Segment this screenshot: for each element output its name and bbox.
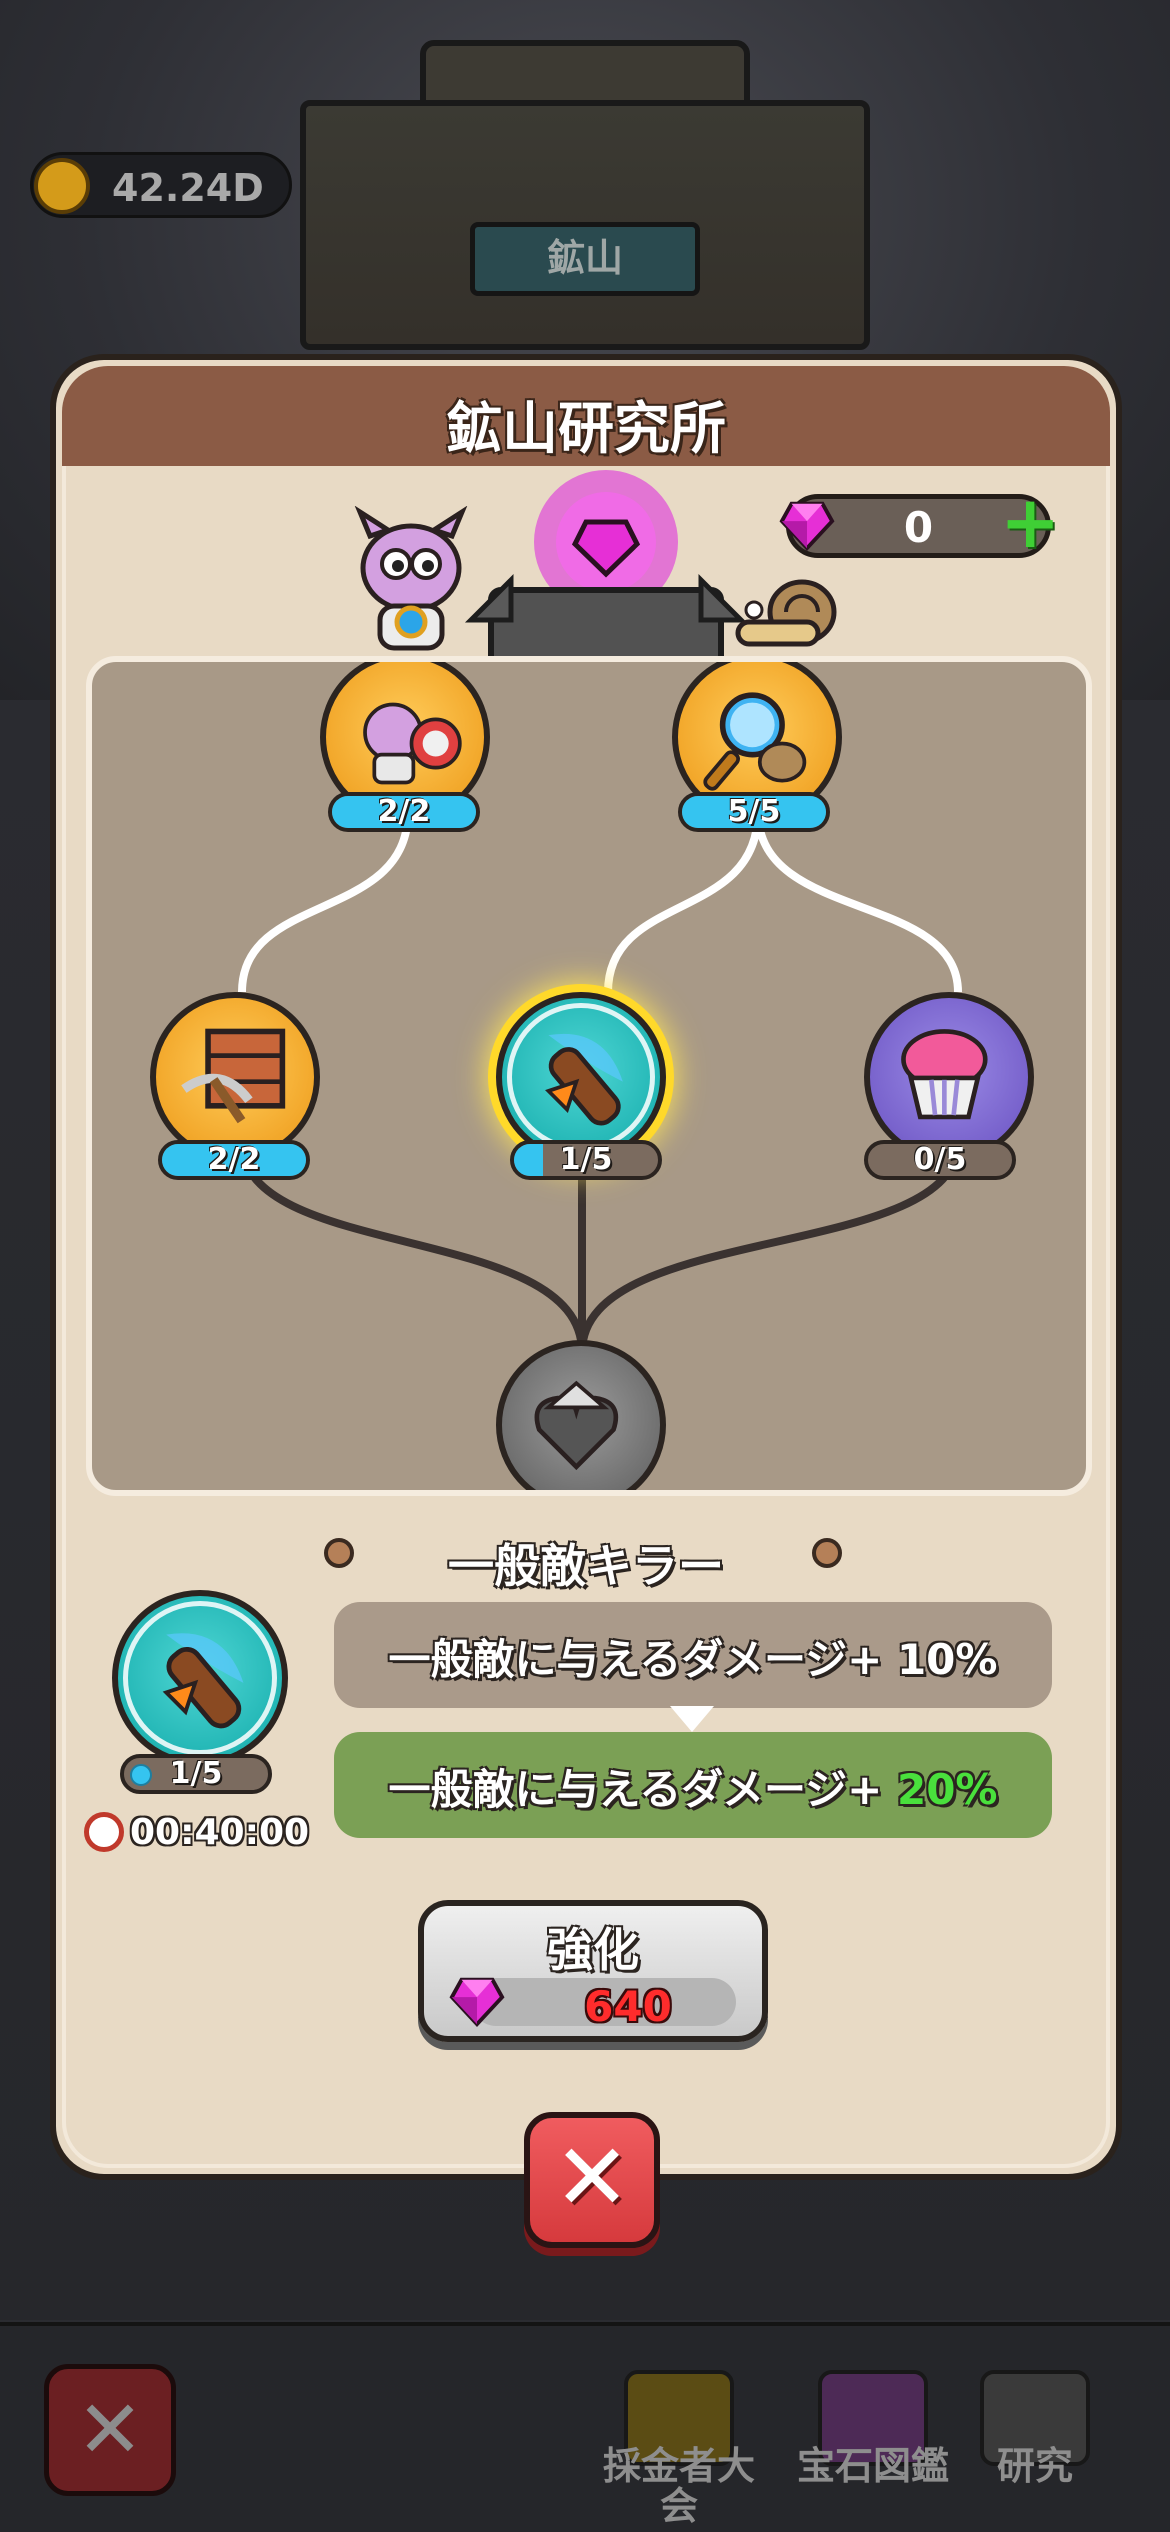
skill-node-search-level: 5/5 — [678, 792, 830, 832]
ore-heart-icon — [534, 1380, 619, 1471]
nav-gem-book[interactable]: 宝石図鑑 — [788, 2370, 958, 2520]
skill-tree-panel: 2/2 5/5 2/2 1/5 0/5 — [86, 656, 1092, 1496]
title-dot-right — [812, 1538, 842, 1568]
upgrade-cost-pill: 640 — [472, 1978, 736, 2031]
upgrade-button-label: 強化 — [547, 1923, 639, 1977]
close-icon: ✕ — [553, 2124, 631, 2231]
coin-amount: 42.24D — [112, 166, 264, 210]
nav-tournament-label: 採金者大会 — [602, 2444, 755, 2528]
effect-next: 一般敵に与えるダメージ+ 20% — [334, 1732, 1052, 1838]
skill-node-mining[interactable] — [150, 992, 320, 1162]
research-dialog: 鉱山研究所 0 + 2/2 5/5 2/2 1/5 0/5 一般敵キラー 1/5… — [50, 354, 1122, 2248]
effect-current-text: 一般敵に与えるダメージ+ 10% — [388, 1635, 998, 1684]
upgrade-timer: 00:40:00 — [130, 1812, 310, 1853]
skill-node-worker-speed-level: 2/2 — [328, 792, 480, 832]
coin-icon — [34, 158, 90, 214]
dialog-title: 鉱山研究所 — [446, 397, 726, 462]
skill-title: 一般敵キラー — [448, 1539, 724, 1593]
mine-sign: 鉱山 — [470, 222, 700, 296]
club-icon — [162, 1633, 244, 1729]
timer-icon — [84, 1812, 124, 1852]
effect-next-prefix: 一般敵に与えるダメージ+ — [388, 1765, 897, 1814]
skill-detail-level: 1/5 — [120, 1754, 272, 1794]
muffin-icon — [901, 1029, 988, 1120]
add-gems-button[interactable]: + — [1000, 486, 1060, 558]
close-icon: ✕ — [76, 2383, 144, 2476]
gem-icon — [449, 1977, 505, 2028]
snail-character — [735, 579, 837, 647]
skill-node-common-enemy-killer[interactable] — [496, 992, 666, 1162]
upgrade-button[interactable]: 強化 640 — [418, 1900, 768, 2042]
nav-gem-book-label: 宝石図鑑 — [796, 2444, 949, 2488]
skill-node-mining-level: 2/2 — [158, 1140, 310, 1180]
upgrade-cost: 640 — [584, 1982, 672, 2031]
skill-detail-icon — [112, 1590, 288, 1766]
dialog-header: 鉱山研究所 — [62, 366, 1110, 466]
gem-machine — [464, 470, 748, 660]
skill-node-muffin-level: 0/5 — [864, 1140, 1016, 1180]
nav-research-label: 研究 — [996, 2444, 1073, 2488]
close-dialog-button[interactable]: ✕ — [524, 2112, 660, 2248]
effect-next-value: 20% — [896, 1765, 998, 1814]
skill-node-root[interactable] — [496, 1340, 666, 1490]
effect-next-text: 一般敵に与えるダメージ+ 20% — [334, 1756, 1052, 1817]
nav-research[interactable]: 研究 — [950, 2370, 1120, 2520]
nav-tournament[interactable]: 採金者大会 — [594, 2370, 764, 2526]
club-icon — [545, 1033, 623, 1126]
bottom-close-button[interactable]: ✕ — [44, 2364, 176, 2496]
arrow-down-icon — [670, 1706, 714, 1732]
effect-current: 一般敵に与えるダメージ+ 10% — [334, 1602, 1052, 1708]
skill-node-common-enemy-killer-level: 1/5 — [510, 1140, 662, 1180]
skill-node-muffin[interactable] — [864, 992, 1034, 1162]
gem-icon — [779, 501, 835, 552]
pickaxe-crate-icon — [181, 1028, 286, 1124]
